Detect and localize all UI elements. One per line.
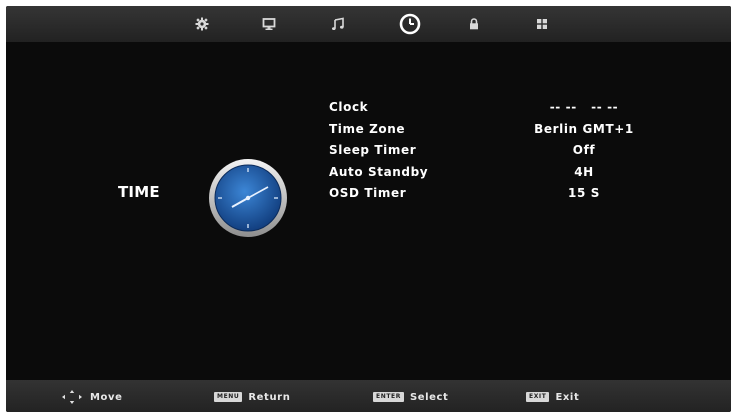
- setting-value: -- -- -- --: [549, 100, 619, 114]
- apps-grid-icon: [537, 19, 547, 29]
- setting-value: Berlin GMT+1: [534, 122, 634, 136]
- enter-key-badge: ENTER: [373, 392, 404, 402]
- setting-value: 15 S: [568, 186, 600, 200]
- tab-setup[interactable]: [187, 9, 217, 39]
- hint-return: MENU Return: [214, 390, 290, 404]
- setting-row-sleep-timer[interactable]: Sleep Timer Off: [329, 141, 669, 161]
- hint-move-label: Move: [90, 391, 123, 403]
- menu-key-badge: MENU: [214, 392, 243, 402]
- tab-channel[interactable]: [527, 9, 557, 39]
- hint-move: Move: [62, 390, 123, 404]
- exit-key-badge: EXIT: [526, 392, 550, 402]
- hint-select-label: Select: [409, 391, 449, 403]
- setting-value: Off: [572, 143, 596, 157]
- setting-value: 4H: [574, 165, 594, 179]
- setting-label: Clock: [329, 100, 369, 114]
- hint-select: ENTER Select: [373, 390, 448, 404]
- setting-row-osd-timer[interactable]: OSD Timer 15 S: [329, 184, 669, 204]
- page-title: TIME: [118, 183, 160, 201]
- tv-osd-screen: TIME Clock -- -- -- -- Time Zone Berlin …: [6, 6, 731, 412]
- tab-lock[interactable]: [459, 9, 489, 39]
- dpad-arrows-icon: [62, 390, 82, 404]
- setting-label: Auto Standby: [329, 165, 429, 179]
- hint-return-label: Return: [248, 391, 291, 403]
- setting-row-time-zone[interactable]: Time Zone Berlin GMT+1: [329, 120, 669, 140]
- hint-exit: EXIT Exit: [526, 390, 579, 404]
- setting-row-auto-standby[interactable]: Auto Standby 4H: [329, 163, 669, 183]
- analog-clock-icon: [209, 159, 287, 237]
- menu-category-bar: [6, 6, 731, 42]
- setting-label: Time Zone: [329, 122, 406, 136]
- tab-sound[interactable]: [323, 9, 353, 39]
- lock-icon: [470, 18, 478, 30]
- gear-icon: [195, 17, 209, 31]
- tab-picture[interactable]: [254, 9, 284, 39]
- setting-row-clock[interactable]: Clock -- -- -- --: [329, 98, 669, 118]
- key-hint-bar: Move MENU Return ENTER Select EXIT Exit: [6, 380, 731, 412]
- tab-time[interactable]: [395, 9, 425, 39]
- hint-exit-label: Exit: [555, 391, 580, 403]
- clock-icon: [399, 13, 421, 35]
- setting-label: Sleep Timer: [329, 143, 417, 157]
- monitor-icon: [262, 18, 276, 30]
- setting-label: OSD Timer: [329, 186, 407, 200]
- music-note-icon: [332, 17, 344, 30]
